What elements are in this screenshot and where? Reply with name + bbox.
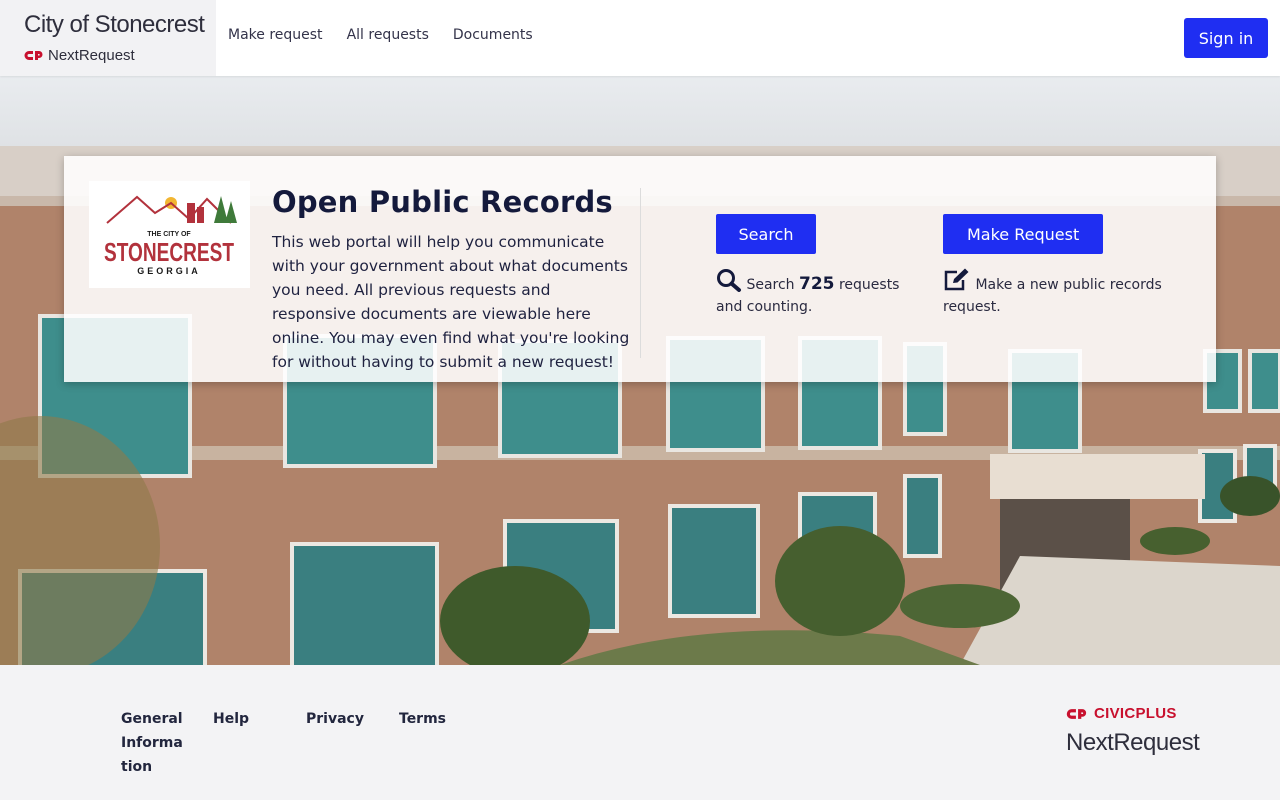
logo-line3: GEORGIA bbox=[137, 266, 201, 276]
brand-block[interactable]: City of Stonecrest NextRequest bbox=[0, 0, 216, 76]
city-logo: THE CITY OF STONECREST GEORGIA bbox=[89, 181, 250, 288]
search-action: Search Search 725 requests and counting. bbox=[716, 214, 916, 318]
civicplus-logo-icon bbox=[24, 51, 43, 60]
footer-general-information[interactable]: General Information bbox=[121, 707, 183, 779]
make-request-action: Make Request Make a new public records r… bbox=[943, 214, 1173, 318]
civicplus-label: CIVICPLUS bbox=[1094, 705, 1177, 722]
card-divider bbox=[640, 188, 641, 358]
intro-card: THE CITY OF STONECREST GEORGIA Open Publ… bbox=[64, 156, 1216, 382]
nav-documents[interactable]: Documents bbox=[453, 27, 533, 43]
civicplus-logo-icon bbox=[1066, 708, 1087, 719]
brand-subtitle: NextRequest bbox=[48, 47, 135, 64]
edit-icon bbox=[944, 268, 969, 291]
nextrequest-brand: NextRequest bbox=[24, 47, 216, 64]
stonecrest-logo-icon: THE CITY OF STONECREST GEORGIA bbox=[104, 195, 237, 276]
nextrequest-footer-logo: NextRequest bbox=[1066, 729, 1200, 756]
site-footer: General Information Help Privacy Terms C… bbox=[0, 665, 1280, 800]
nav-all-requests[interactable]: All requests bbox=[347, 27, 429, 43]
page-title: Open Public Records bbox=[272, 185, 613, 219]
make-request-caption: Make a new public records request. bbox=[943, 268, 1173, 318]
search-button[interactable]: Search bbox=[716, 214, 816, 254]
make-request-button[interactable]: Make Request bbox=[943, 214, 1104, 254]
search-icon bbox=[717, 269, 741, 292]
footer-terms[interactable]: Terms bbox=[399, 707, 446, 731]
request-count: 725 bbox=[799, 274, 835, 294]
hero-banner: THE CITY OF STONECREST GEORGIA Open Publ… bbox=[0, 76, 1280, 665]
civicplus-brand: CIVICPLUS bbox=[1066, 705, 1177, 722]
search-caption-pre: Search bbox=[746, 277, 795, 293]
footer-privacy[interactable]: Privacy bbox=[306, 707, 364, 731]
logo-line2: STONECREST bbox=[104, 237, 234, 267]
sign-in-button[interactable]: Sign in bbox=[1184, 18, 1268, 58]
search-caption: Search 725 requests and counting. bbox=[716, 268, 916, 318]
footer-help[interactable]: Help bbox=[213, 707, 249, 731]
brand-title[interactable]: City of Stonecrest bbox=[24, 10, 216, 40]
intro-description: This web portal will help you communicat… bbox=[272, 233, 630, 371]
make-request-text: Make a new public records request. bbox=[943, 277, 1162, 315]
nav-make-request[interactable]: Make request bbox=[228, 27, 323, 43]
main-nav: Make request All requests Documents bbox=[228, 0, 557, 70]
site-header: City of Stonecrest NextRequest Make requ… bbox=[0, 0, 1280, 76]
